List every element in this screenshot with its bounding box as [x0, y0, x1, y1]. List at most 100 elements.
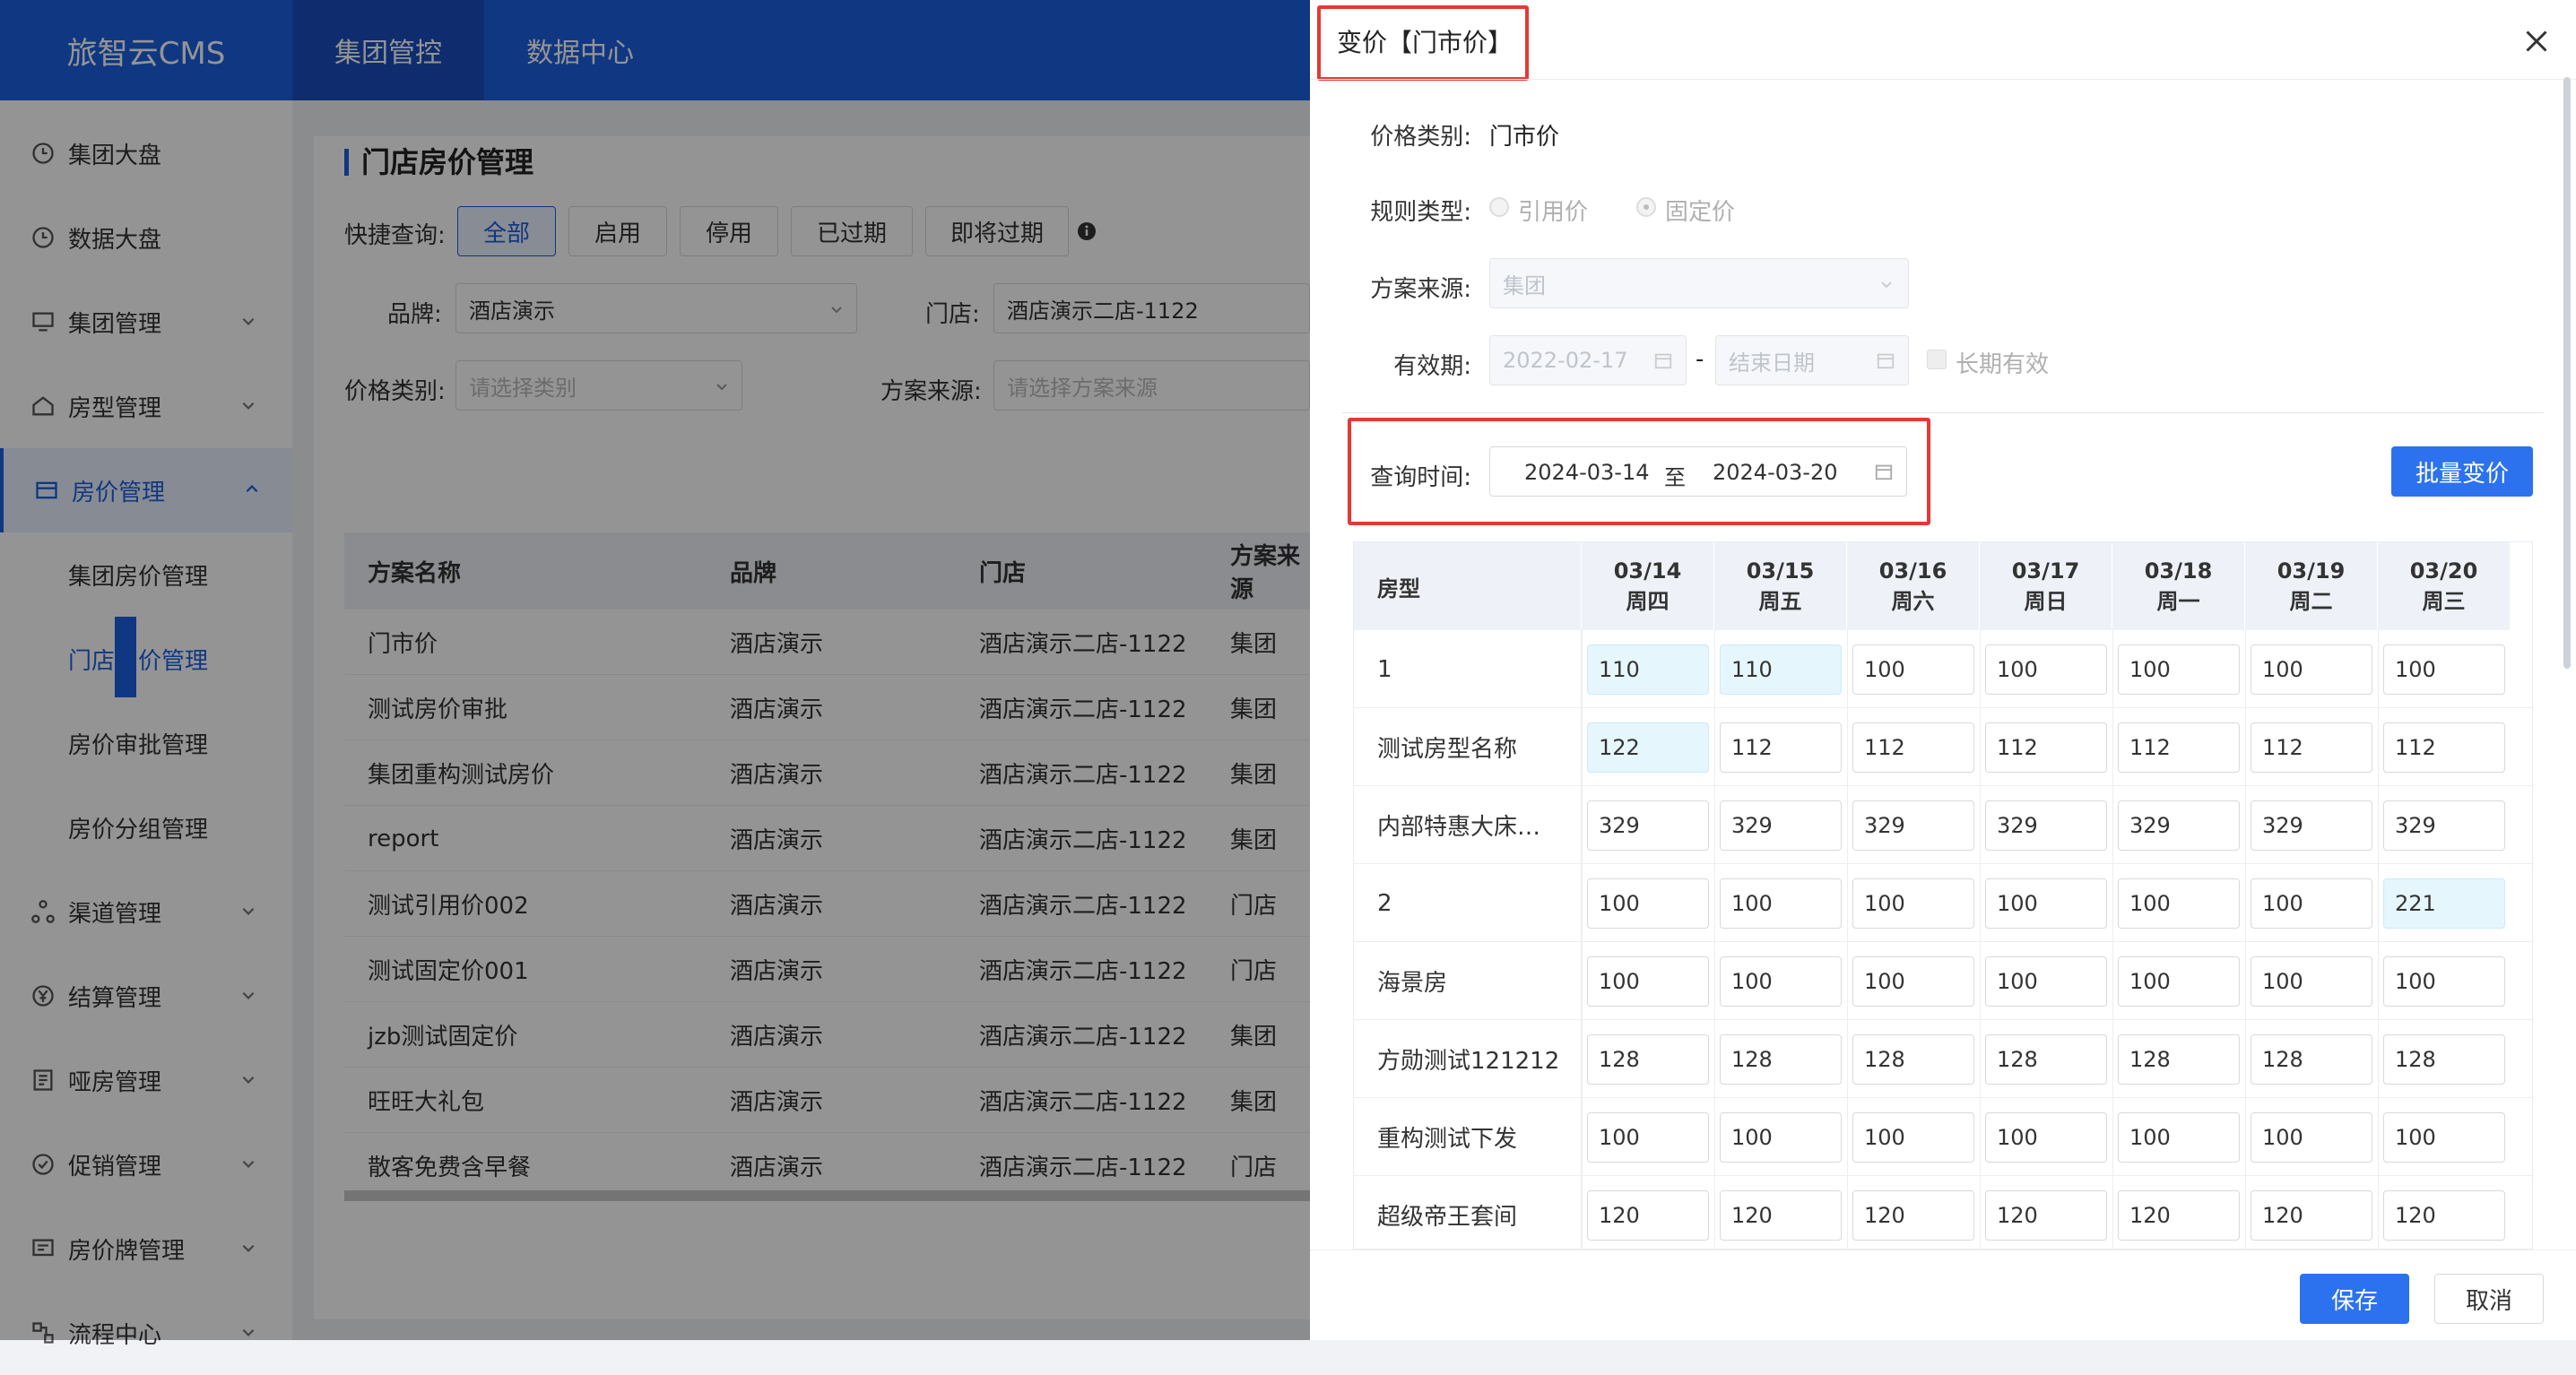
room-price-row: 重构测试下发 100 100 100 100 100 100 100 — [1354, 1098, 2532, 1176]
date-column-header: 03/19 周二 — [2245, 542, 2378, 630]
price-input[interactable]: 100 — [1852, 1112, 1974, 1163]
price-input[interactable]: 120 — [2383, 1190, 2505, 1241]
price-input[interactable]: 100 — [2251, 956, 2372, 1007]
price-input[interactable]: 100 — [2118, 644, 2240, 695]
room-type-name: 1 — [1354, 630, 1582, 708]
price-input[interactable]: 329 — [2383, 800, 2505, 851]
price-input[interactable]: 329 — [2251, 800, 2372, 851]
price-input[interactable]: 100 — [1852, 956, 1974, 1007]
price-input[interactable]: 128 — [2383, 1034, 2505, 1085]
radio-fixed-price[interactable] — [1636, 197, 1656, 217]
weekday-label: 周二 — [2289, 588, 2333, 614]
price-input[interactable]: 120 — [2118, 1190, 2240, 1241]
price-input[interactable]: 120 — [1587, 1190, 1709, 1241]
price-input[interactable]: 110 — [1587, 644, 1709, 695]
price-input[interactable]: 100 — [2383, 644, 2505, 695]
price-input[interactable]: 100 — [1587, 956, 1709, 1007]
price-input[interactable]: 128 — [1587, 1034, 1709, 1085]
price-input[interactable]: 100 — [2383, 956, 2505, 1007]
source-select-disabled: 集团 — [1489, 258, 1909, 308]
price-input[interactable]: 100 — [1587, 1112, 1709, 1163]
price-input[interactable]: 112 — [2251, 722, 2372, 773]
query-start-date: 2024-03-14 — [1524, 460, 1650, 485]
query-date-range[interactable]: 2024-03-14 至 2024-03-20 — [1489, 446, 1907, 497]
price-input[interactable]: 112 — [2118, 722, 2240, 773]
price-input[interactable]: 329 — [1852, 800, 1974, 851]
date-column-header: 03/16 周六 — [1847, 542, 1980, 630]
price-input[interactable]: 100 — [1852, 878, 1974, 929]
price-input[interactable]: 112 — [1852, 722, 1974, 773]
price-input[interactable]: 128 — [1852, 1034, 1974, 1085]
radio-label: 固定价 — [1665, 199, 1736, 226]
price-input[interactable]: 128 — [2251, 1034, 2372, 1085]
price-input[interactable]: 122 — [1587, 722, 1709, 773]
modal-overlay[interactable] — [0, 0, 1310, 1340]
room-type-name: 重构测试下发 — [1354, 1098, 1582, 1176]
date-label: 03/19 — [2277, 558, 2346, 584]
date-column-header: 03/20 周三 — [2378, 542, 2511, 630]
date-label: 03/16 — [1878, 558, 1947, 584]
source-label: 方案来源: — [1370, 276, 1471, 303]
room-price-row: 超级帝王套间 120 120 120 120 120 120 120 — [1354, 1176, 2532, 1249]
price-input[interactable]: 128 — [1985, 1034, 2107, 1085]
price-input[interactable]: 100 — [2251, 878, 2372, 929]
price-input[interactable]: 100 — [2118, 878, 2240, 929]
cancel-button[interactable]: 取消 — [2434, 1274, 2544, 1324]
date-column-header: 03/18 周一 — [2112, 542, 2245, 630]
radio-reference-price[interactable] — [1489, 197, 1509, 217]
price-input[interactable]: 329 — [1587, 800, 1709, 851]
price-input[interactable]: 329 — [1985, 800, 2107, 851]
room-type-header: 房型 — [1354, 542, 1582, 630]
save-button[interactable]: 保存 — [2300, 1274, 2409, 1324]
validity-start-input: 2022-02-17 — [1489, 335, 1687, 385]
price-input[interactable]: 112 — [2383, 722, 2505, 773]
batch-change-price-button[interactable]: 批量变价 — [2391, 446, 2533, 497]
vertical-scrollbar[interactable] — [2563, 77, 2571, 669]
annotation-box — [1317, 5, 1529, 81]
price-input[interactable]: 100 — [2383, 1112, 2505, 1163]
price-input[interactable]: 221 — [2383, 878, 2505, 929]
change-price-drawer: 变价【门市价】 价格类别: 门市价 规则类型: 引用价 固定价 方案来源: 集团… — [1310, 0, 2576, 1340]
price-input[interactable]: 100 — [1720, 956, 1842, 1007]
price-input[interactable]: 128 — [2118, 1034, 2240, 1085]
close-icon[interactable] — [2520, 25, 2553, 57]
price-input[interactable]: 100 — [1985, 956, 2107, 1007]
price-input[interactable]: 100 — [1985, 644, 2107, 695]
price-input[interactable]: 110 — [1720, 644, 1842, 695]
price-input[interactable]: 100 — [1985, 878, 2107, 929]
query-time-label: 查询时间: — [1370, 464, 1471, 491]
price-input[interactable]: 100 — [1587, 878, 1709, 929]
price-input[interactable]: 329 — [1720, 800, 1842, 851]
price-input[interactable]: 100 — [2251, 1112, 2372, 1163]
price-input[interactable]: 112 — [1985, 722, 2107, 773]
divider — [1342, 412, 2544, 413]
room-price-row: 1 110 110 100 100 100 100 100 — [1354, 630, 2532, 708]
calendar-icon — [1875, 464, 1893, 480]
price-input[interactable]: 100 — [2118, 1112, 2240, 1163]
price-input[interactable]: 112 — [1720, 722, 1842, 773]
validity-start-value: 2022-02-17 — [1503, 348, 1628, 373]
price-input[interactable]: 120 — [1852, 1190, 1974, 1241]
weekday-label: 周四 — [1626, 588, 1670, 614]
price-input[interactable]: 100 — [2251, 644, 2372, 695]
range-separator: 至 — [1664, 465, 1686, 490]
weekday-label: 周一 — [2156, 588, 2200, 614]
long-term-checkbox[interactable] — [1927, 350, 1947, 369]
price-input[interactable]: 100 — [1720, 878, 1842, 929]
range-dash: - — [1696, 346, 1704, 373]
price-grid: 房型 03/14 周四 03/15 周五 03/16 周六 03/17 周日 03/18 周一 03… — [1353, 541, 2533, 1250]
price-input[interactable]: 120 — [1720, 1190, 1842, 1241]
validity-end-placeholder: 结束日期 — [1729, 350, 1815, 376]
price-input[interactable]: 100 — [2118, 956, 2240, 1007]
price-input[interactable]: 329 — [2118, 800, 2240, 851]
date-label: 03/17 — [2011, 558, 2080, 584]
room-type-name: 内部特惠大床… — [1354, 786, 1582, 864]
price-input[interactable]: 120 — [2251, 1190, 2372, 1241]
validity-label: 有效期: — [1393, 353, 1471, 380]
price-input[interactable]: 100 — [1852, 644, 1974, 695]
price-input[interactable]: 100 — [1720, 1112, 1842, 1163]
price-input[interactable]: 100 — [1985, 1112, 2107, 1163]
price-input[interactable]: 128 — [1720, 1034, 1842, 1085]
radio-label: 引用价 — [1518, 199, 1589, 226]
price-input[interactable]: 120 — [1985, 1190, 2107, 1241]
